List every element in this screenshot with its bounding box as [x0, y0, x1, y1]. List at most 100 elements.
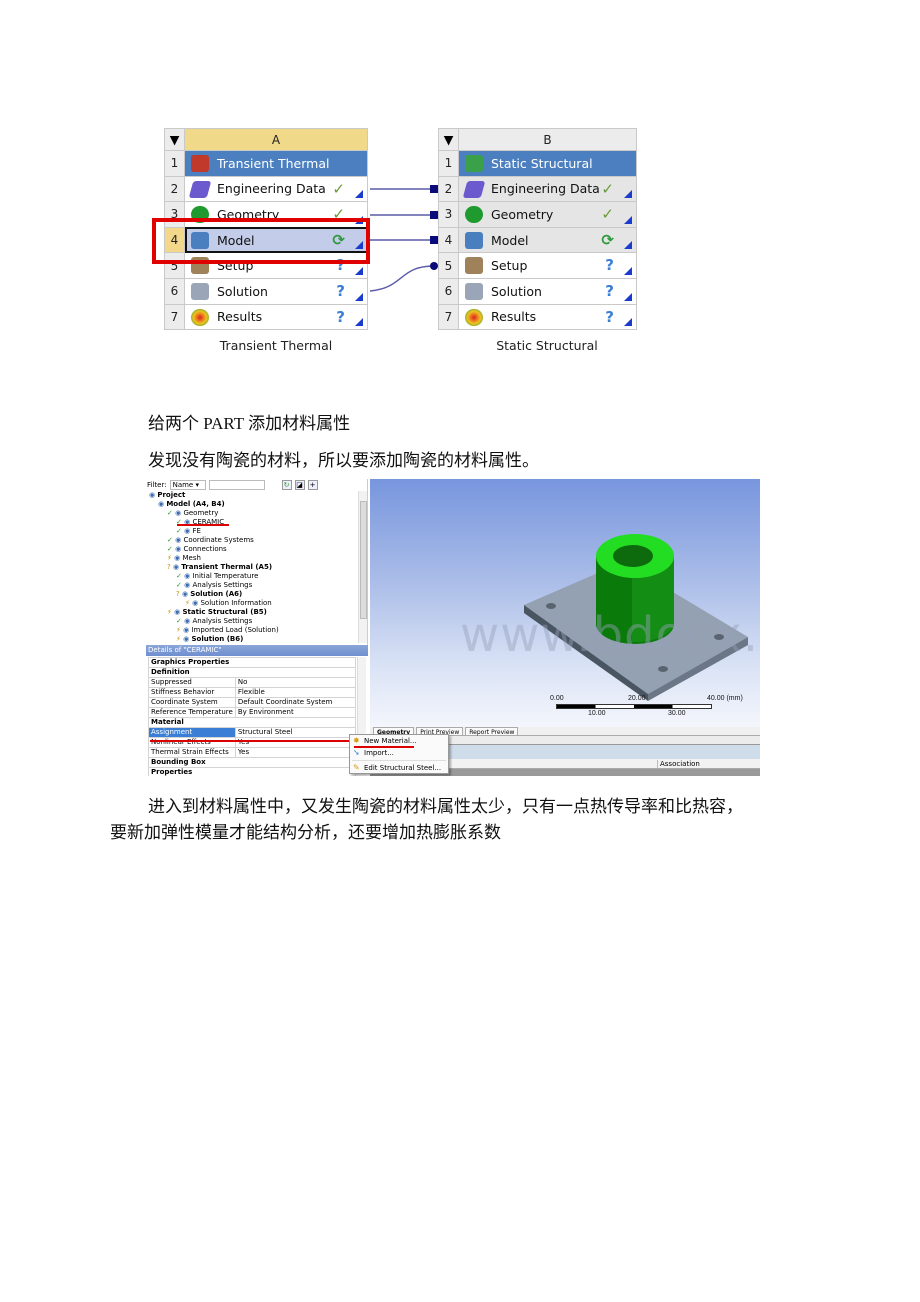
- tree-scroll-thumb[interactable]: [360, 501, 367, 619]
- details-property-row[interactable]: Coordinate System Default Coordinate Syst…: [148, 697, 357, 708]
- expand-triangle-icon[interactable]: [355, 190, 363, 199]
- paragraph-add-material: 给两个 PART 添加材料属性: [148, 414, 351, 433]
- tree-node[interactable]: ✓ ◉ Coordinate Systems: [146, 536, 367, 545]
- cell-geometry[interactable]: Geometry ✓: [458, 201, 637, 228]
- expand-triangle-icon[interactable]: [624, 266, 632, 275]
- details-property-value[interactable]: Flexible: [234, 687, 357, 698]
- cell-model[interactable]: Model ⟳: [458, 226, 637, 254]
- filter-value: Name: [172, 481, 194, 489]
- system-a-transient-thermal[interactable]: ▼ A 1 Transient Thermal 2 Engineering Dat…: [152, 128, 370, 353]
- cell-engineering-data[interactable]: Engineering Data ✓: [458, 175, 637, 203]
- question-icon: ?: [605, 307, 614, 326]
- expand-triangle-icon[interactable]: [624, 241, 632, 250]
- tree-node[interactable]: ? ◉ Solution (A6): [146, 590, 367, 599]
- menu-separator: [352, 760, 446, 761]
- menu-item-label: Edit Structural Steel...: [364, 764, 442, 772]
- link-node-5: [430, 262, 438, 270]
- details-property-value[interactable]: Yes: [234, 737, 357, 748]
- details-property-key: Nonlinear Effects: [148, 737, 236, 748]
- tree-node[interactable]: ◉ Project: [146, 491, 367, 500]
- menu-item-import[interactable]: ➘ Import...: [350, 747, 448, 759]
- tree-node-label: Transient Thermal (A5): [181, 563, 273, 571]
- tree-node[interactable]: ⚡ ◉ Solution Information: [146, 599, 367, 608]
- details-property-value[interactable]: No: [234, 677, 357, 688]
- details-table: Graphics Properties Definition Suppressed N…: [148, 657, 357, 776]
- filter-label: Filter:: [147, 481, 167, 489]
- cell-label: Model: [491, 232, 529, 248]
- filter-input[interactable]: [208, 480, 265, 490]
- details-property-row[interactable]: Reference Temperature By Environment: [148, 707, 357, 718]
- cell-results[interactable]: Results?: [184, 303, 368, 331]
- tree-node[interactable]: ? ◉ Transient Thermal (A5): [146, 563, 367, 572]
- row-number: 7: [164, 303, 185, 331]
- details-property-row[interactable]: Stiffness Behavior Flexible: [148, 687, 357, 698]
- details-property-value[interactable]: By Environment: [234, 707, 357, 718]
- details-property-value[interactable]: Yes: [234, 747, 357, 758]
- expand-triangle-icon[interactable]: [355, 292, 363, 301]
- expand-triangle-icon[interactable]: [624, 190, 632, 199]
- cell-results[interactable]: Results?: [458, 303, 637, 331]
- clear-filter-icon[interactable]: ◪: [294, 480, 305, 490]
- tree-node[interactable]: ⚡ ◉ Solution (B6): [146, 635, 367, 644]
- system-b-static-structural[interactable]: ▼ B 1 Static Structural 2 Engineering Dat…: [438, 128, 637, 353]
- row-number: 1: [164, 150, 185, 177]
- details-group-row[interactable]: Bounding Box: [148, 757, 356, 768]
- details-group-row[interactable]: Properties: [148, 767, 356, 776]
- tree-node[interactable]: ✓ ◉ Connections: [146, 545, 367, 554]
- cell-title[interactable]: Static Structural: [458, 150, 637, 177]
- tree-node[interactable]: ✓ ◉ Initial Temperature: [146, 572, 367, 581]
- details-group-row[interactable]: Graphics Properties: [148, 657, 356, 668]
- tree-node-label: Initial Temperature: [192, 572, 259, 580]
- details-property-value[interactable]: Structural Steel: [234, 727, 357, 738]
- tree-node[interactable]: ⚡ ◉ Static Structural (B5): [146, 608, 367, 617]
- details-property-value[interactable]: Default Coordinate System: [234, 697, 357, 708]
- cell-solution[interactable]: Solution?: [184, 277, 368, 305]
- tree-node[interactable]: ✓ ◉ Analysis Settings: [146, 581, 367, 590]
- expand-triangle-icon[interactable]: [624, 292, 632, 301]
- expand-triangle-icon[interactable]: [355, 318, 363, 327]
- system-menu-arrow[interactable]: ▼: [164, 128, 185, 151]
- association-column-header[interactable]: Association: [657, 760, 700, 768]
- filter-select[interactable]: Name ▾: [169, 480, 206, 490]
- expand-triangle-icon[interactable]: [624, 215, 632, 224]
- tree-node[interactable]: ✓ ◉ Geometry: [146, 509, 367, 518]
- tree-node[interactable]: ◉ Model (A4, B4): [146, 500, 367, 509]
- graphics-viewport[interactable]: www.bdocx.com 0.00 20.00 40.00 (mm) 10.0…: [370, 479, 760, 727]
- expand-triangle-icon[interactable]: [355, 266, 363, 275]
- expand-triangle-icon[interactable]: [624, 318, 632, 327]
- system-name-label[interactable]: Transient Thermal: [184, 338, 368, 353]
- cell-setup[interactable]: Setup?: [458, 252, 637, 279]
- refresh-filter-icon[interactable]: ↻: [281, 480, 292, 490]
- details-group-label: Properties: [148, 767, 356, 776]
- scale-tick-label: 20.00: [628, 695, 646, 702]
- cell-title[interactable]: Transient Thermal: [184, 150, 368, 177]
- tree-node-label: Analysis Settings: [192, 617, 253, 625]
- details-property-row[interactable]: Suppressed No: [148, 677, 357, 688]
- tree-node-label: Coordinate Systems: [183, 536, 254, 544]
- expand-all-icon[interactable]: +: [307, 480, 318, 490]
- details-property-key: Coordinate System: [148, 697, 236, 708]
- tree-node[interactable]: ✓ ◉ Analysis Settings: [146, 617, 367, 626]
- tree-node-label: Imported Load (Solution): [191, 626, 279, 634]
- refresh-icon: ⟳: [601, 230, 614, 249]
- tree-node-label: Static Structural (B5): [182, 608, 267, 616]
- menu-item-edit-structural-steel[interactable]: ✎ Edit Structural Steel...: [350, 762, 448, 774]
- cell-solution[interactable]: Solution?: [458, 277, 637, 305]
- scale-tick-label: 0.00: [550, 695, 564, 702]
- tree-node-label: Geometry: [183, 509, 219, 517]
- tree-node[interactable]: ⚡ ◉ Imported Load (Solution): [146, 626, 367, 635]
- details-property-row[interactable]: Nonlinear Effects Yes: [148, 737, 357, 748]
- tree-node[interactable]: ⚡ ◉ Mesh: [146, 554, 367, 563]
- details-property-row[interactable]: Thermal Strain Effects Yes: [148, 747, 357, 758]
- system-name-label[interactable]: Static Structural: [458, 338, 636, 353]
- details-group-row[interactable]: Definition: [148, 667, 356, 678]
- details-group-row[interactable]: Material: [148, 717, 356, 728]
- tree-node-label: FE: [192, 527, 201, 535]
- tree-node[interactable]: ✓ ◉ FE: [146, 527, 367, 536]
- tree-scrollbar[interactable]: [358, 491, 367, 643]
- row-number: 1: [438, 150, 459, 177]
- tab-report-preview[interactable]: Report Preview: [465, 727, 519, 736]
- details-property-row[interactable]: Assignment Structural Steel: [148, 727, 357, 738]
- cell-engineering-data[interactable]: Engineering Data ✓: [184, 175, 368, 203]
- system-menu-arrow[interactable]: ▼: [438, 128, 459, 151]
